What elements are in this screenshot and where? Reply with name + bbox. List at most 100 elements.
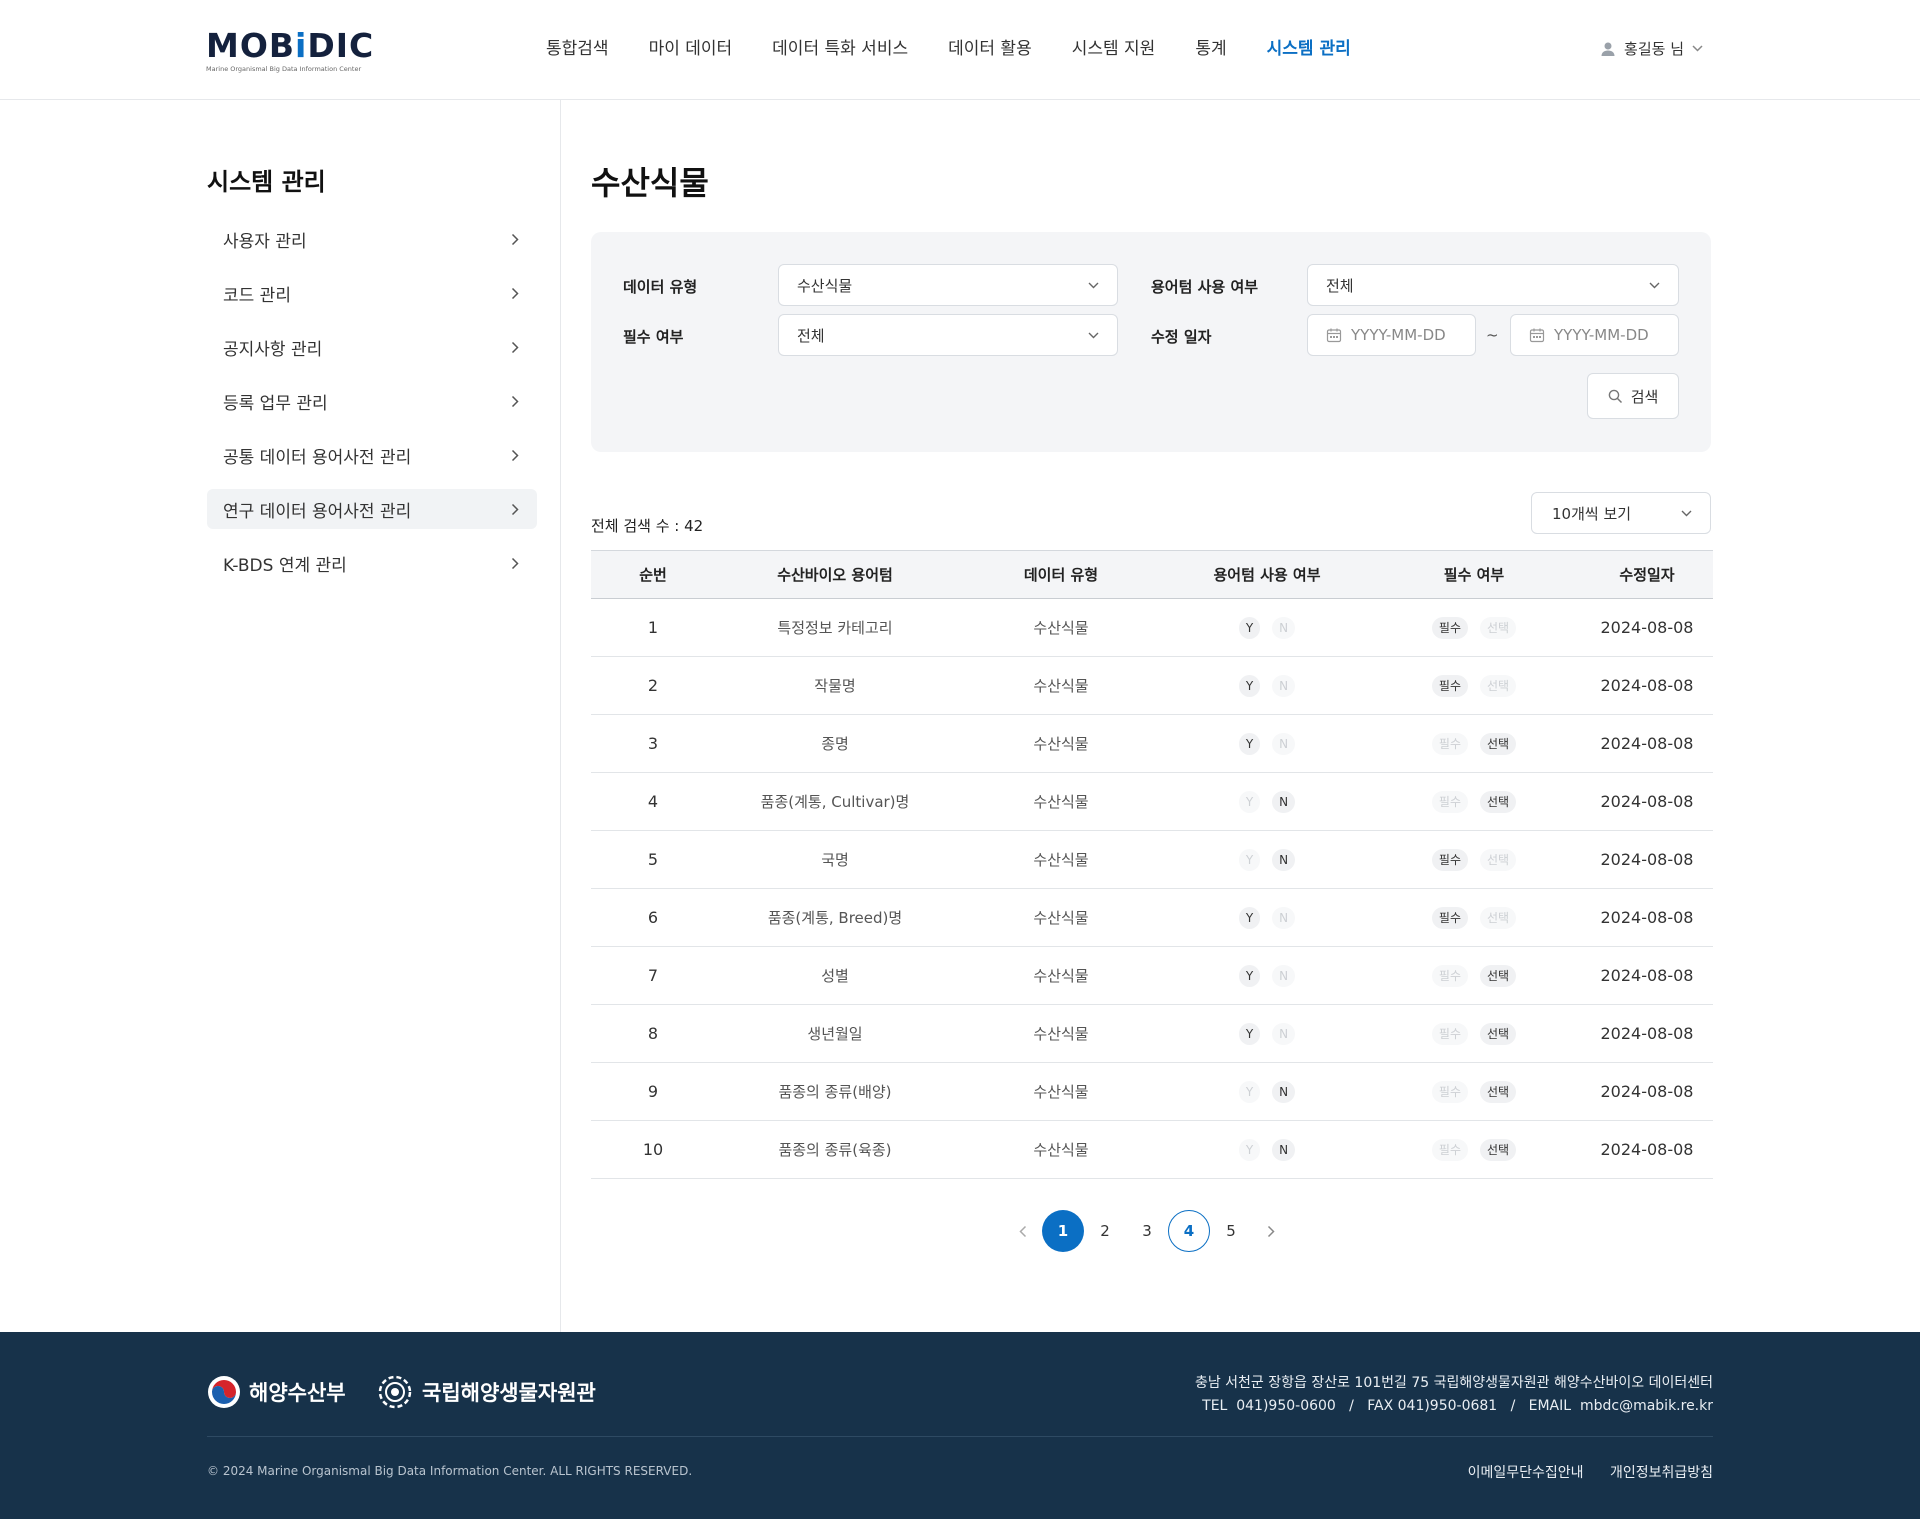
required-select[interactable]: 전체 <box>778 314 1118 356</box>
cell-no: 5 <box>591 830 715 889</box>
date-from-placeholder: YYYY-MM-DD <box>1351 326 1446 344</box>
search-button-label: 검색 <box>1630 387 1659 406</box>
column-header-no[interactable]: 순번 <box>591 550 715 599</box>
table-row[interactable]: 2 작물명 수산식물 Y N 필수 선택 2024-08-08 <box>591 656 1713 715</box>
cell-term: 작물명 <box>715 656 955 715</box>
table-row[interactable]: 3 종명 수산식물 Y N 필수 선택 2024-08-08 <box>591 714 1713 773</box>
cell-no: 2 <box>591 656 715 715</box>
page-numbers: 12345 <box>1042 1210 1252 1252</box>
column-header-term-use[interactable]: 용어텀 사용 여부 <box>1167 550 1367 599</box>
use-no-chip: N <box>1272 674 1296 697</box>
nav-data-usage[interactable]: 데이터 활용 <box>948 36 1032 62</box>
column-header-modified[interactable]: 수정일자 <box>1581 550 1713 599</box>
table-row[interactable]: 8 생년월일 수산식물 Y N 필수 선택 2024-08-08 <box>591 1004 1713 1063</box>
table-row[interactable]: 1 특정정보 카테고리 수산식물 Y N 필수 선택 2024-08-08 <box>591 598 1713 657</box>
cell-no: 7 <box>591 946 715 1005</box>
cell-modified-date: 2024-08-08 <box>1581 946 1713 1005</box>
data-type-select[interactable]: 수산식물 <box>778 264 1118 306</box>
per-page-select[interactable]: 10개씩 보기 <box>1531 492 1711 534</box>
nav-my-data[interactable]: 마이 데이터 <box>649 36 733 62</box>
use-no-chip: N <box>1272 964 1296 987</box>
sidebar-item-label: 공지사항 관리 <box>223 339 323 360</box>
cell-required: 필수 선택 <box>1367 946 1581 1005</box>
sidebar-item-notice-admin[interactable]: 공지사항 관리 <box>207 327 537 367</box>
sidebar-item-label: 등록 업무 관리 <box>223 393 328 414</box>
chevron-down-icon <box>1681 510 1692 516</box>
table-row[interactable]: 7 성별 수산식물 Y N 필수 선택 2024-08-08 <box>591 946 1713 1005</box>
page-number-button[interactable]: 2 <box>1084 1210 1126 1252</box>
footer-divider <box>207 1436 1713 1437</box>
use-yes-chip: Y <box>1238 790 1261 813</box>
next-page-button[interactable] <box>1260 1210 1282 1252</box>
page-number-button[interactable]: 4 <box>1168 1210 1210 1252</box>
use-no-chip: N <box>1272 848 1296 871</box>
sidebar-item-code-admin[interactable]: 코드 관리 <box>207 273 537 313</box>
table-row[interactable]: 10 품종의 종류(육종) 수산식물 Y N 필수 선택 2024-08-08 <box>591 1120 1713 1179</box>
per-page-value: 10개씩 보기 <box>1552 504 1632 523</box>
chevron-right-icon <box>1267 1225 1275 1237</box>
use-no-chip: N <box>1272 1080 1296 1103</box>
data-type-label: 데이터 유형 <box>623 278 698 296</box>
nav-system-admin[interactable]: 시스템 관리 <box>1267 36 1351 62</box>
table-row[interactable]: 4 품종(계통, Cultivar)명 수산식물 Y N 필수 선택 2024-08-08 <box>591 772 1713 831</box>
nav-integrated-search[interactable]: 통합검색 <box>546 36 609 62</box>
column-header-term[interactable]: 수산바이오 용어텀 <box>715 550 955 599</box>
page-number-button[interactable]: 1 <box>1042 1210 1084 1252</box>
page-title: 수산식물 <box>591 164 709 202</box>
sidebar-item-kbds-link[interactable]: K-BDS 연계 관리 <box>207 543 537 583</box>
footer-link-privacy-policy[interactable]: 개인정보취급방침 <box>1610 1465 1713 1481</box>
cell-modified-date: 2024-08-08 <box>1581 656 1713 715</box>
sidebar-item-registration-admin[interactable]: 등록 업무 관리 <box>207 381 537 421</box>
sidebar-item-user-admin[interactable]: 사용자 관리 <box>207 219 537 259</box>
sidebar-item-label: 코드 관리 <box>223 285 291 306</box>
calendar-icon <box>1326 328 1342 343</box>
required-chip: 필수 <box>1431 848 1468 871</box>
required-chip: 필수 <box>1431 1138 1468 1161</box>
table-row[interactable]: 9 품종의 종류(배양) 수산식물 Y N 필수 선택 2024-08-08 <box>591 1062 1713 1121</box>
column-header-required[interactable]: 필수 여부 <box>1367 550 1581 599</box>
sidebar-item-common-dictionary[interactable]: 공통 데이터 용어사전 관리 <box>207 435 537 475</box>
date-from-input[interactable]: YYYY-MM-DD <box>1307 314 1476 356</box>
footer-links: 이메일무단수집안내 개인정보취급방침 <box>1446 1462 1713 1482</box>
optional-chip: 선택 <box>1480 1138 1517 1161</box>
user-menu[interactable]: 홍길동 님 <box>1600 38 1711 59</box>
date-to-input[interactable]: YYYY-MM-DD <box>1510 314 1679 356</box>
required-chip: 필수 <box>1431 964 1468 987</box>
nav-data-special-service[interactable]: 데이터 특화 서비스 <box>772 36 908 62</box>
cell-term-use: YN <box>1167 656 1367 715</box>
cell-term: 성별 <box>715 946 955 1005</box>
required-label: 필수 여부 <box>623 328 684 346</box>
cell-data-type: 수산식물 <box>955 888 1167 947</box>
cell-data-type: 수산식물 <box>955 598 1167 657</box>
table-row[interactable]: 6 품종(계통, Breed)명 수산식물 Y N 필수 선택 2024-08-08 <box>591 888 1713 947</box>
use-yes-chip: Y <box>1238 732 1261 755</box>
cell-required: 필수 선택 <box>1367 772 1581 831</box>
chevron-right-icon <box>511 557 519 569</box>
cell-term-use: YN <box>1167 830 1367 889</box>
term-use-select[interactable]: 전체 <box>1307 264 1679 306</box>
table-row[interactable]: 5 국명 수산식물 Y N 필수 선택 2024-08-08 <box>591 830 1713 889</box>
use-no-chip: N <box>1272 790 1296 813</box>
page-number-button[interactable]: 3 <box>1126 1210 1168 1252</box>
column-header-data-type[interactable]: 데이터 유형 <box>955 550 1167 599</box>
nav-system-support[interactable]: 시스템 지원 <box>1072 36 1156 62</box>
optional-chip: 선택 <box>1480 1022 1517 1045</box>
footer-link-email-policy[interactable]: 이메일무단수집안내 <box>1468 1465 1584 1481</box>
mobidic-logo[interactable]: MOBiDIC Marine Organismal Big Data Infor… <box>206 28 373 74</box>
cell-required: 필수 선택 <box>1367 598 1581 657</box>
cell-data-type: 수산식물 <box>955 772 1167 831</box>
cell-term-use: YN <box>1167 598 1367 657</box>
page-number-button[interactable]: 5 <box>1210 1210 1252 1252</box>
cell-required: 필수 선택 <box>1367 1004 1581 1063</box>
cell-data-type: 수산식물 <box>955 830 1167 889</box>
nav-statistics[interactable]: 통계 <box>1195 36 1226 62</box>
cell-term: 생년월일 <box>715 1004 955 1063</box>
cell-data-type: 수산식물 <box>955 714 1167 773</box>
cell-term: 특정정보 카테고리 <box>715 598 955 657</box>
search-button[interactable]: 검색 <box>1587 373 1679 419</box>
prev-page-button[interactable] <box>1012 1210 1034 1252</box>
main-nav: 통합검색 마이 데이터 데이터 특화 서비스 데이터 활용 시스템 지원 통계 … <box>546 36 1391 62</box>
term-table: 순번 수산바이오 용어텀 데이터 유형 용어텀 사용 여부 필수 여부 수정일자… <box>591 550 1713 1179</box>
required-chip: 필수 <box>1431 616 1468 639</box>
sidebar-item-research-dictionary[interactable]: 연구 데이터 용어사전 관리 <box>207 489 537 529</box>
